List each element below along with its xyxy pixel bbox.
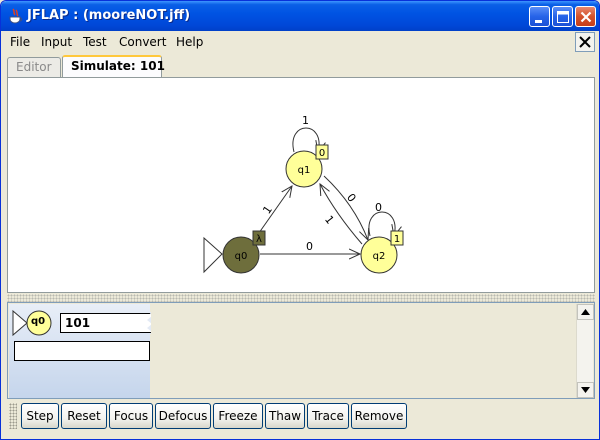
scroll-down-button[interactable] bbox=[577, 382, 594, 398]
transition-label-q2-q1[interactable]: 1 bbox=[322, 213, 337, 227]
menu-help[interactable]: Help bbox=[176, 35, 203, 49]
title-bar[interactable]: JFLAP : (mooreNOT.jff) bbox=[1, 1, 599, 31]
transition-label-q1-q2[interactable]: 0 bbox=[344, 191, 359, 205]
close-tab-button[interactable] bbox=[575, 32, 595, 52]
transition-label-q0-q2[interactable]: 0 bbox=[306, 240, 313, 253]
output-tape bbox=[14, 341, 150, 361]
scroll-up-button[interactable] bbox=[577, 304, 594, 320]
tab-editor[interactable]: Editor bbox=[7, 57, 61, 77]
maximize-icon bbox=[557, 11, 569, 23]
configuration-item[interactable]: q0 101 bbox=[9, 304, 153, 398]
menu-input[interactable]: Input bbox=[41, 35, 72, 49]
minimize-button[interactable] bbox=[529, 6, 550, 27]
vertical-scrollbar[interactable] bbox=[576, 304, 594, 398]
state-q1-label: q1 bbox=[298, 165, 311, 176]
initial-state-marker bbox=[203, 236, 223, 274]
thaw-button[interactable]: Thaw bbox=[265, 403, 305, 429]
toolbar-grip[interactable] bbox=[9, 403, 17, 429]
state-q1-output: 0 bbox=[319, 148, 325, 159]
input-tape-value: 101 bbox=[65, 316, 91, 330]
close-button[interactable] bbox=[575, 6, 596, 27]
tab-strip: Editor Simulate: 101 bbox=[5, 55, 595, 77]
jflap-window: JFLAP : (mooreNOT.jff) File Input Test C… bbox=[0, 0, 600, 440]
remove-button[interactable]: Remove bbox=[351, 403, 407, 429]
close-icon bbox=[579, 36, 591, 48]
close-icon bbox=[580, 11, 592, 23]
step-button[interactable]: Step bbox=[21, 403, 59, 429]
split-pane-divider[interactable] bbox=[7, 294, 595, 302]
tab-simulate[interactable]: Simulate: 101 bbox=[62, 55, 165, 77]
config-state-label: q0 bbox=[31, 316, 46, 327]
transition-label-q2-q2[interactable]: 0 bbox=[375, 201, 382, 214]
configuration-panel: q0 101 bbox=[7, 302, 595, 399]
menu-test[interactable]: Test bbox=[83, 35, 107, 49]
defocus-button[interactable]: Defocus bbox=[155, 403, 211, 429]
input-tape: 101 bbox=[60, 313, 152, 333]
state-q2-output: 1 bbox=[394, 234, 400, 245]
state-q2-label: q2 bbox=[373, 251, 386, 262]
reset-button[interactable]: Reset bbox=[61, 403, 107, 429]
automaton-diagram: 1 0 1 0 0 1 q0 λ q1 0 q2 1 bbox=[203, 114, 404, 274]
menu-file[interactable]: File bbox=[10, 35, 30, 49]
menu-bar: File Input Test Convert Help bbox=[1, 31, 599, 53]
configuration-list-area bbox=[151, 304, 575, 398]
automaton-canvas[interactable]: 1 0 1 0 0 1 q0 λ q1 0 q2 1 bbox=[7, 77, 595, 293]
menu-convert[interactable]: Convert bbox=[119, 35, 166, 49]
state-q0-label: q0 bbox=[235, 251, 248, 262]
transition-label-q0-q1[interactable]: 1 bbox=[260, 203, 275, 216]
state-q0-output: λ bbox=[256, 234, 262, 245]
transition-label-q1-q1[interactable]: 1 bbox=[302, 114, 309, 127]
trace-button[interactable]: Trace bbox=[307, 403, 349, 429]
configuration-header: q0 101 bbox=[12, 309, 153, 337]
maximize-button[interactable] bbox=[552, 6, 573, 27]
transition-q1-q1[interactable] bbox=[292, 127, 319, 152]
minimize-icon bbox=[535, 20, 542, 23]
jflap-app-icon bbox=[9, 8, 22, 24]
transition-q1-q2[interactable] bbox=[323, 175, 368, 240]
arrow-up-icon bbox=[581, 309, 590, 315]
arrow-down-icon bbox=[581, 387, 590, 393]
freeze-button[interactable]: Freeze bbox=[213, 403, 263, 429]
focus-button[interactable]: Focus bbox=[109, 403, 153, 429]
window-title: JFLAP : (mooreNOT.jff) bbox=[27, 8, 191, 23]
simulation-toolbar: Step Reset Focus Defocus Freeze Thaw Tra… bbox=[7, 401, 595, 431]
